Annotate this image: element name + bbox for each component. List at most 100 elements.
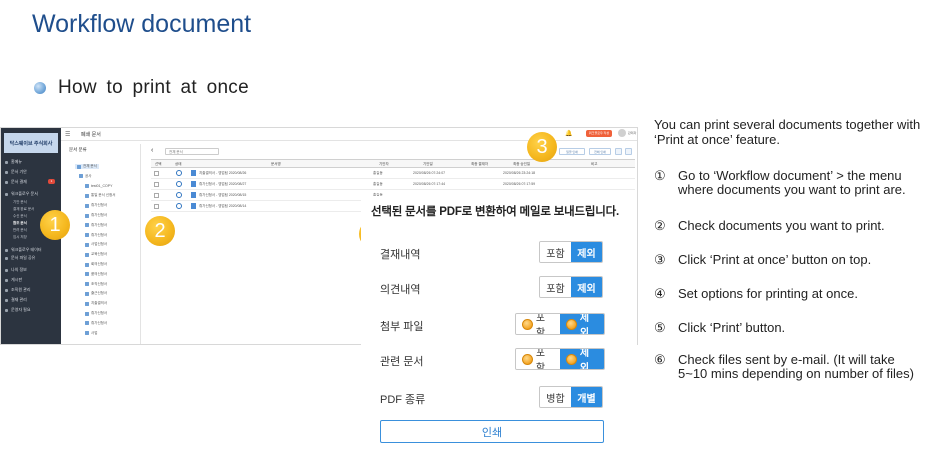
option-toggle: 포함 제외 (539, 241, 603, 263)
sidebar-item[interactable]: 워크플로우 문서 (5, 190, 57, 198)
tree-item[interactable]: 휴가신청서 (85, 203, 107, 208)
document-icon (85, 291, 89, 296)
tree-item[interactable]: 휴가신청서 (85, 321, 107, 326)
sidebar-subitem[interactable]: 수신 문서 (13, 214, 27, 219)
tree-item-label: test01_COPY (91, 183, 113, 188)
print-at-once-button[interactable]: 일괄 인쇄 (559, 148, 585, 155)
tree-item[interactable]: 휴가신청서 (85, 233, 107, 238)
sidebar-subitem[interactable]: 임시 저장 (13, 235, 27, 240)
option-include-button[interactable]: 포함 (540, 277, 571, 297)
table-row[interactable]: 휴가신청서 - 영업팀 2020/08/27 홍길동 2020/08/26 07:1… (151, 179, 635, 190)
row-checkbox[interactable] (154, 171, 159, 176)
back-arrow-icon[interactable]: ‹ (151, 147, 153, 154)
row-checkbox[interactable] (154, 193, 159, 198)
document-icon (85, 183, 89, 188)
tree-item-label: 휴가신청서 (91, 320, 108, 325)
sidebar-item[interactable]: 워크플로우 테이터 (5, 246, 57, 254)
step-text: Set options for printing at once. (678, 286, 858, 301)
tree-item[interactable]: 조직신청서 (85, 282, 107, 287)
row-checkbox[interactable] (154, 204, 159, 209)
col-final-date: 최종 승인일 (513, 162, 531, 166)
document-icon (85, 262, 89, 267)
menu-dot-icon (5, 248, 8, 252)
doc-name[interactable]: 휴가신청서 - 영업팀 2020/08/14 (199, 204, 246, 209)
tree-item[interactable]: 품의신청서 (85, 272, 107, 277)
tree-item[interactable]: 교육신청서 (85, 252, 107, 257)
option-button-label: 제외 (577, 248, 596, 260)
step-number: ⑥ (654, 352, 666, 367)
menu-icon[interactable]: ☰ (65, 131, 70, 138)
sidebar-subitem[interactable]: 참조 문서 (13, 221, 27, 226)
option-button-label: 제외 (579, 313, 590, 335)
option-exclude-button[interactable]: 제외 (571, 242, 602, 262)
coin-icon (566, 318, 577, 330)
folder-select[interactable]: 전체 문서 (165, 148, 219, 155)
sidebar-item[interactable]: 문서 파일 공유 (5, 254, 57, 262)
tree-item[interactable]: 휴가신청서 (85, 213, 107, 218)
sidebar-item[interactable]: 홈메뉴 (5, 158, 57, 166)
tree-item-label: 사업 (91, 330, 98, 335)
sidebar-subitem[interactable]: 기안 문서 (13, 200, 27, 205)
sidebar-item[interactable]: 결재 관리 (5, 296, 57, 304)
sidebar-item[interactable]: 게시판 (5, 276, 57, 284)
print-all-button[interactable]: 전체 인쇄 (589, 148, 611, 155)
tree-item[interactable]: test01_COPY (85, 183, 113, 188)
option-include-button[interactable]: 포함 (516, 349, 560, 369)
avatar[interactable] (618, 129, 626, 137)
tree-item[interactable]: 휴가신청서 (85, 311, 107, 316)
sidebar-subitem[interactable]: 반려 문서 (13, 228, 27, 233)
option-label: 관련 문서 (380, 356, 424, 368)
option-exclude-button[interactable]: 개별 (571, 387, 602, 407)
tree-item[interactable]: 출근신청서 (85, 291, 107, 296)
option-button-label: 제외 (579, 348, 590, 370)
step-text: Click ‘Print’ button. (678, 320, 786, 335)
sidebar-item[interactable]: 나의 정보 (5, 266, 57, 274)
sidebar-item[interactable]: 문서 기안 (5, 168, 57, 176)
tree-item-label: 휴가신청서 (91, 222, 108, 227)
tree-item-label: 휴가신청서 (91, 213, 108, 217)
sidebar-subitem[interactable]: 결재 완료 문서 (13, 207, 34, 212)
menu-dot-icon (5, 288, 8, 292)
view-grid-icon[interactable] (615, 148, 622, 155)
sidebar-item-label: 워크플로우 테이터 (11, 247, 42, 252)
tree-item[interactable]: 통일 문서 신청서 (85, 193, 116, 198)
tree-item[interactable]: 회의신청서 (85, 262, 107, 267)
tree-item[interactable]: 전체 문서 (75, 164, 99, 169)
step-text: Click ‘Print at once’ button on top. (678, 252, 872, 267)
slide-title: Workflow document (32, 10, 252, 38)
tree-item[interactable]: 사업 (85, 331, 97, 336)
tree-item[interactable]: 휴가신청서 (85, 223, 107, 228)
document-icon (191, 181, 196, 187)
option-exclude-button[interactable]: 제외 (560, 349, 604, 369)
tree-item[interactable]: 사업신청서 (85, 242, 107, 247)
row-checkbox[interactable] (154, 182, 159, 187)
sidebar-item[interactable]: 조직원 관리 (5, 286, 57, 294)
create-workflow-button[interactable]: 워크플로우 작성 (586, 130, 612, 137)
option-include-button[interactable]: 병합 (540, 387, 571, 407)
table-row[interactable]: 지출결의서 - 영업팀 2020/08/26 홍길동 2020/08/26 07:2… (151, 168, 635, 179)
document-icon (85, 203, 89, 208)
step-text: Check documents you want to print. (678, 218, 885, 233)
folder-icon (77, 164, 81, 169)
instruction-step: ① Go to ‘Workflow document’ > the menu wh… (654, 169, 926, 197)
doc-name[interactable]: 휴가신청서 - 영업팀 2020/08/27 (199, 182, 246, 187)
final-date: 2020/08/26 23:24:18 (503, 171, 536, 175)
doc-name[interactable]: 휴가신청서 - 영업팀 2020/08/15 (199, 193, 246, 198)
bell-icon[interactable]: 🔔 (565, 130, 572, 137)
print-button[interactable]: 인쇄 (380, 420, 604, 443)
document-icon (85, 282, 89, 287)
option-exclude-button[interactable]: 제외 (560, 314, 604, 334)
doc-name[interactable]: 지출결의서 - 영업팀 2020/08/26 (199, 171, 246, 176)
folder-tree: 문서 분류 전체 문서 공사 test01_COPY 통일 문서 신청서 휴가신청서 휴가… (63, 144, 141, 344)
option-exclude-button[interactable]: 제외 (571, 277, 602, 297)
document-icon (85, 252, 89, 257)
view-list-icon[interactable] (625, 148, 632, 155)
option-include-button[interactable]: 포함 (540, 242, 571, 262)
option-include-button[interactable]: 포함 (516, 314, 560, 334)
print-options-dialog: 선택된 문서를 PDF로 변환하여 메일로 보내드립니다. 결재내역 포함 제외 의견… (361, 196, 637, 454)
tree-item[interactable]: 지출결의서 (85, 301, 107, 306)
tree-item[interactable]: 공사 (79, 174, 91, 179)
sidebar-item-label: 문서 파일 공유 (11, 255, 36, 260)
option-button-label: 병합 (546, 393, 565, 405)
sidebar-item[interactable]: 운영자 필요 (5, 306, 57, 314)
